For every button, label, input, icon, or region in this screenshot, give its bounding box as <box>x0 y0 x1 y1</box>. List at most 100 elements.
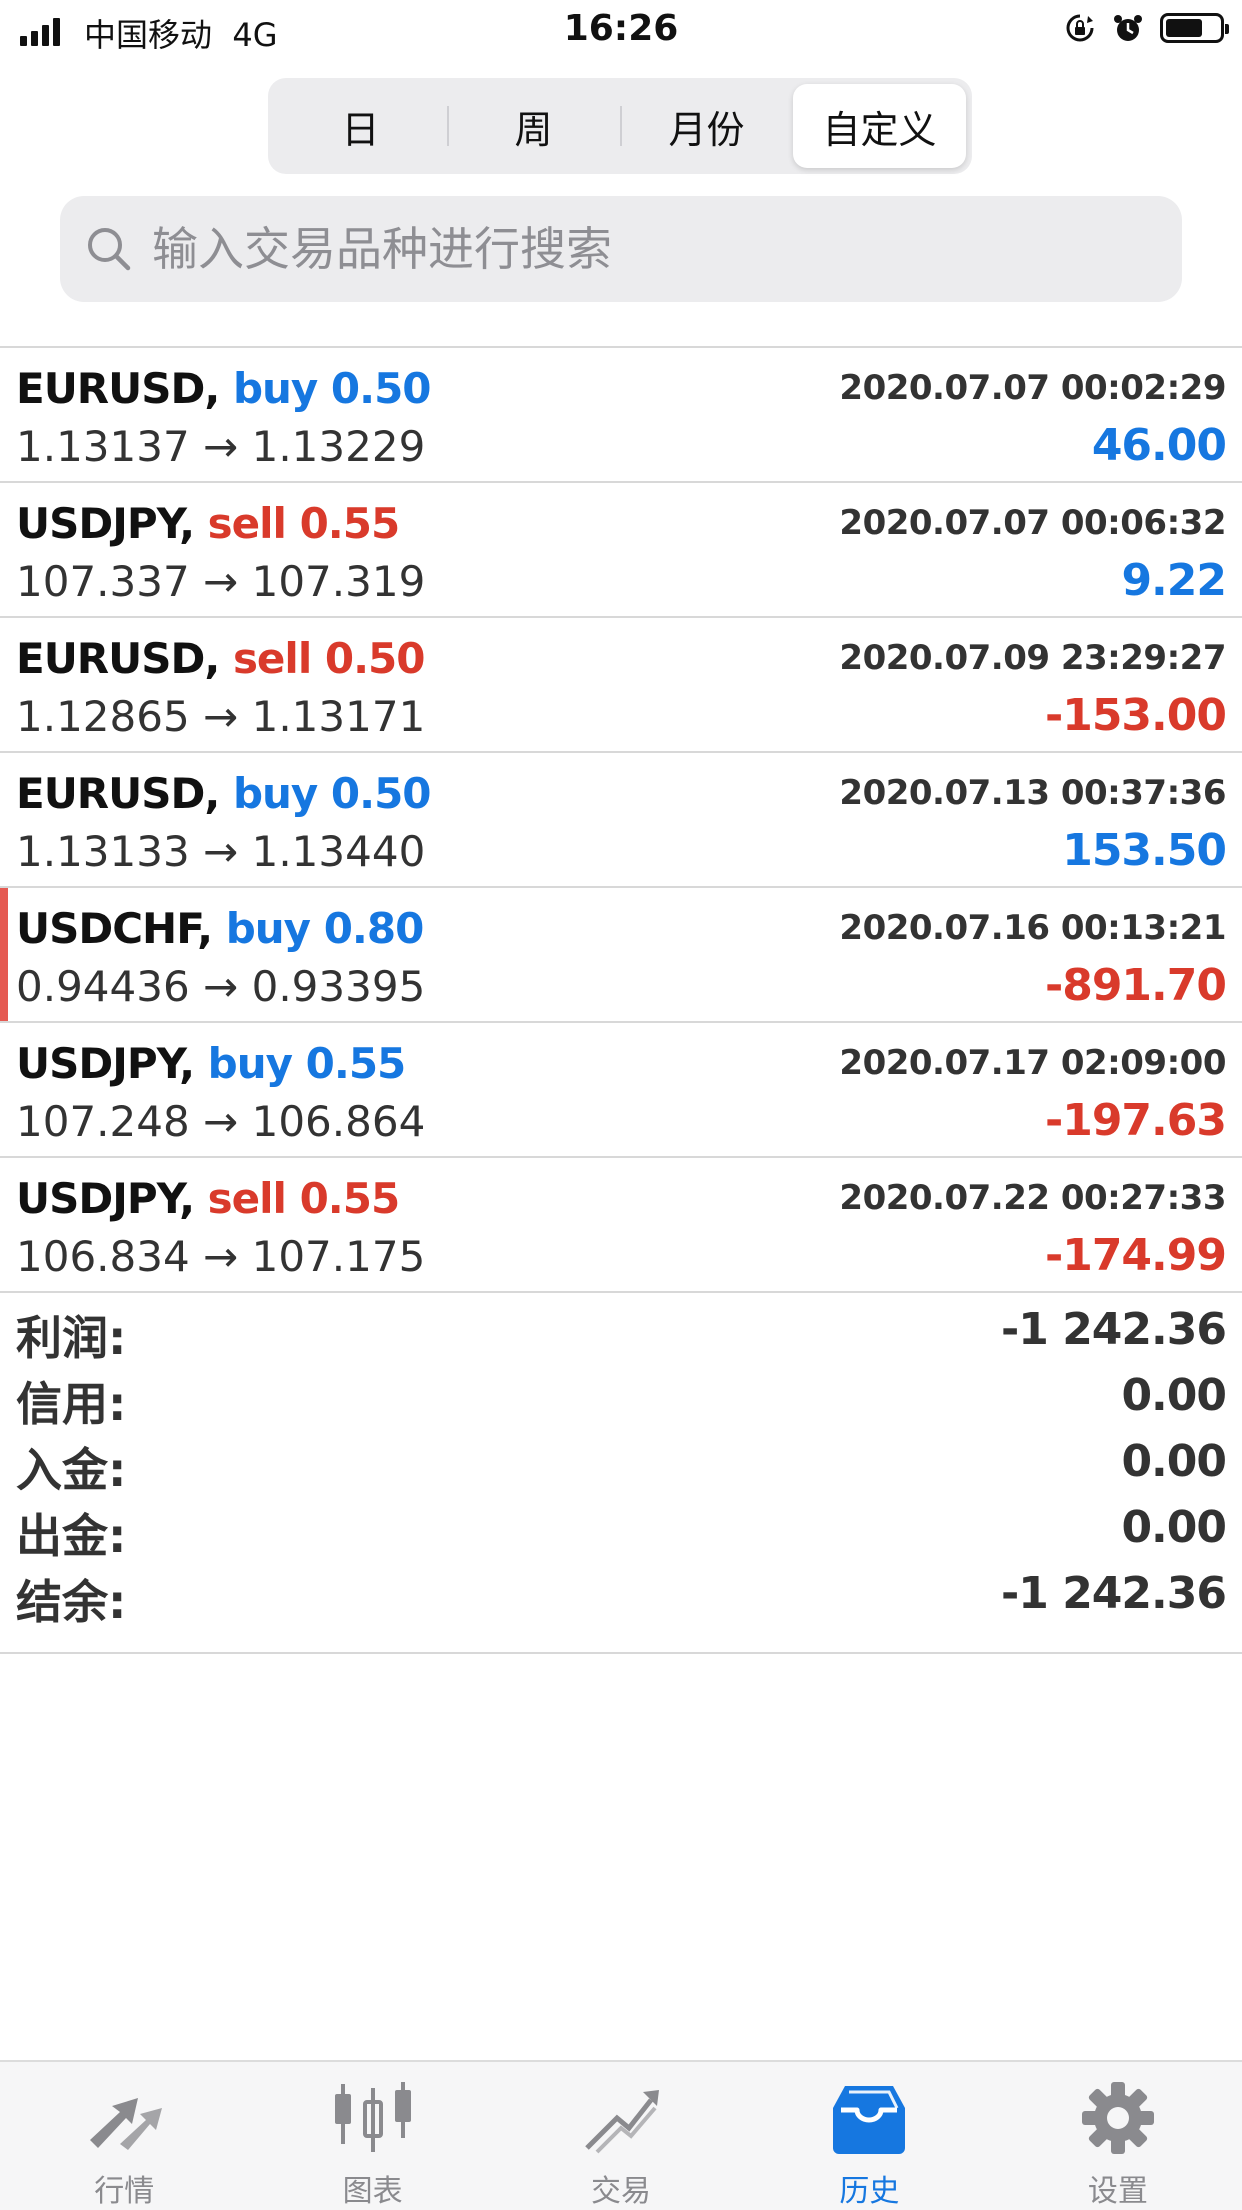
tab-label: 图表 <box>342 2174 403 2209</box>
summary-value: 0.00 <box>1121 1370 1227 1421</box>
trade-row[interactable]: USDJPY, buy 0.55 2020.07.17 02:09:00 107.2… <box>0 1023 1242 1158</box>
trade-profit: -891.70 <box>1044 960 1227 1011</box>
trade-time: 2020.07.07 00:02:29 <box>839 368 1226 408</box>
summary-label: 利润: <box>16 1311 127 1365</box>
summary-label: 出金: <box>16 1509 127 1563</box>
summary-value: 0.00 <box>1121 1436 1227 1487</box>
trade-side: buy <box>232 769 318 818</box>
trade-volume: 0.50 <box>324 634 426 683</box>
trade-symbol: EURUSD, <box>16 769 220 818</box>
tab-label: 历史 <box>839 2174 900 2209</box>
period-tab[interactable]: 周 <box>447 84 620 168</box>
tab-label: 交易 <box>591 2174 652 2209</box>
trade-header: EURUSD, buy 0.50 <box>16 364 432 413</box>
summary-value: -1 242.36 <box>1001 1304 1227 1355</box>
trade-volume: 0.50 <box>330 364 432 413</box>
trade-side: buy <box>232 364 318 413</box>
trade-row[interactable]: USDCHF, buy 0.80 2020.07.16 00:13:21 0.944… <box>0 888 1242 1023</box>
price-arrow: → <box>203 1232 239 1281</box>
trade-header: EURUSD, buy 0.50 <box>16 769 432 818</box>
trade-header: USDJPY, sell 0.55 <box>16 499 401 548</box>
trade-volume: 0.55 <box>299 499 401 548</box>
trade-side: sell <box>232 634 312 683</box>
trade-symbol: USDJPY, <box>16 1039 195 1088</box>
trade-prices: 1.13137 → 1.13229 <box>16 422 425 471</box>
alarm-clock-icon <box>1114 15 1142 41</box>
trade-profit: -153.00 <box>1044 690 1227 741</box>
trade-row[interactable]: EURUSD, buy 0.50 2020.07.13 00:37:36 1.131… <box>0 753 1242 888</box>
search-bar <box>60 196 1182 302</box>
price-arrow: → <box>203 962 239 1011</box>
trade-profit: 153.50 <box>1062 825 1227 876</box>
close-price: 106.864 <box>251 1097 426 1146</box>
trade-symbol: USDJPY, <box>16 499 195 548</box>
trade-side: buy <box>225 904 311 953</box>
trade-time: 2020.07.09 23:29:27 <box>839 638 1226 678</box>
close-price: 107.175 <box>251 1232 426 1281</box>
trade-symbol: EURUSD, <box>16 364 220 413</box>
trade-header: USDJPY, buy 0.55 <box>16 1039 407 1088</box>
open-price: 107.337 <box>16 557 190 606</box>
summary-value: -1 242.36 <box>1001 1568 1227 1619</box>
trade-volume: 0.55 <box>299 1174 401 1223</box>
trade-prices: 0.94436 → 0.93395 <box>16 962 425 1011</box>
trade-profit: -197.63 <box>1044 1095 1227 1146</box>
gear-icon <box>1074 2078 1162 2158</box>
trade-symbol: EURUSD, <box>16 634 220 683</box>
tab-label: 行情 <box>94 2174 155 2209</box>
close-price: 107.319 <box>251 557 426 606</box>
trade-header: EURUSD, sell 0.50 <box>16 634 426 683</box>
price-arrow: → <box>203 422 239 471</box>
price-arrow: → <box>203 557 239 606</box>
account-summary: 利润: -1 242.36 信用: 0.00 入金: 0.00 出金: 0.00 结余: -1 2… <box>0 1298 1242 1654</box>
trade-time: 2020.07.16 00:13:21 <box>839 908 1226 948</box>
candlestick-chart-icon <box>329 2078 417 2158</box>
bottom-tab-bar: 行情 图表 交易 历史 设置 <box>0 2060 1242 2210</box>
price-arrow: → <box>203 827 239 876</box>
trade-volume: 0.55 <box>305 1039 407 1088</box>
summary-row: 结余: -1 242.36 <box>0 1562 1242 1629</box>
trade-time: 2020.07.17 02:09:00 <box>839 1043 1226 1083</box>
close-price: 0.93395 <box>251 962 426 1011</box>
trade-prices: 1.12865 → 1.13171 <box>16 692 425 741</box>
tab-history-inbox[interactable]: 历史 <box>745 2062 993 2210</box>
trade-volume: 0.50 <box>330 769 432 818</box>
tab-gear[interactable]: 设置 <box>994 2062 1242 2210</box>
trade-volume: 0.80 <box>323 904 425 953</box>
summary-label: 信用: <box>16 1377 127 1431</box>
period-tab[interactable]: 自定义 <box>793 84 966 168</box>
trade-time: 2020.07.13 00:37:36 <box>839 773 1226 813</box>
trade-side: sell <box>207 1174 287 1223</box>
trade-header: USDJPY, sell 0.55 <box>16 1174 401 1223</box>
trade-profit: -174.99 <box>1044 1230 1227 1281</box>
trade-row[interactable]: EURUSD, buy 0.50 2020.07.07 00:02:29 1.131… <box>0 348 1242 483</box>
tab-candlestick-chart[interactable]: 图表 <box>248 2062 496 2210</box>
period-segmented-control: 日周月份 自定义 <box>268 78 972 174</box>
trade-side: sell <box>207 499 287 548</box>
trade-row[interactable]: USDJPY, sell 0.55 2020.07.22 00:27:33 106.… <box>0 1158 1242 1293</box>
open-price: 1.13137 <box>16 422 190 471</box>
summary-row: 入金: 0.00 <box>0 1430 1242 1497</box>
price-arrow: → <box>203 1097 239 1146</box>
close-price: 1.13171 <box>251 692 426 741</box>
trade-profit: 9.22 <box>1121 555 1227 606</box>
price-arrow: → <box>203 692 239 741</box>
tab-quotes-arrows[interactable]: 行情 <box>0 2062 248 2210</box>
trade-row[interactable]: EURUSD, sell 0.50 2020.07.09 23:29:27 1.12… <box>0 618 1242 753</box>
search-input[interactable] <box>150 221 1182 277</box>
search-icon <box>88 228 131 271</box>
tab-label: 设置 <box>1087 2174 1148 2209</box>
trade-row[interactable]: USDJPY, sell 0.55 2020.07.07 00:06:32 107.… <box>0 483 1242 618</box>
period-tab[interactable]: 日 <box>274 84 447 168</box>
history-inbox-icon <box>825 2078 913 2158</box>
rotation-lock-icon <box>1066 14 1094 42</box>
period-tab[interactable]: 月份 <box>620 84 793 168</box>
tab-trade-trend[interactable]: 交易 <box>497 2062 745 2210</box>
trade-trend-icon <box>577 2078 665 2158</box>
trade-symbol: USDJPY, <box>16 1174 195 1223</box>
close-price: 1.13229 <box>251 422 426 471</box>
close-price: 1.13440 <box>251 827 426 876</box>
summary-value: 0.00 <box>1121 1502 1227 1553</box>
open-price: 106.834 <box>16 1232 190 1281</box>
trade-history-list: EURUSD, buy 0.50 2020.07.07 00:02:29 1.131… <box>0 346 1242 1293</box>
